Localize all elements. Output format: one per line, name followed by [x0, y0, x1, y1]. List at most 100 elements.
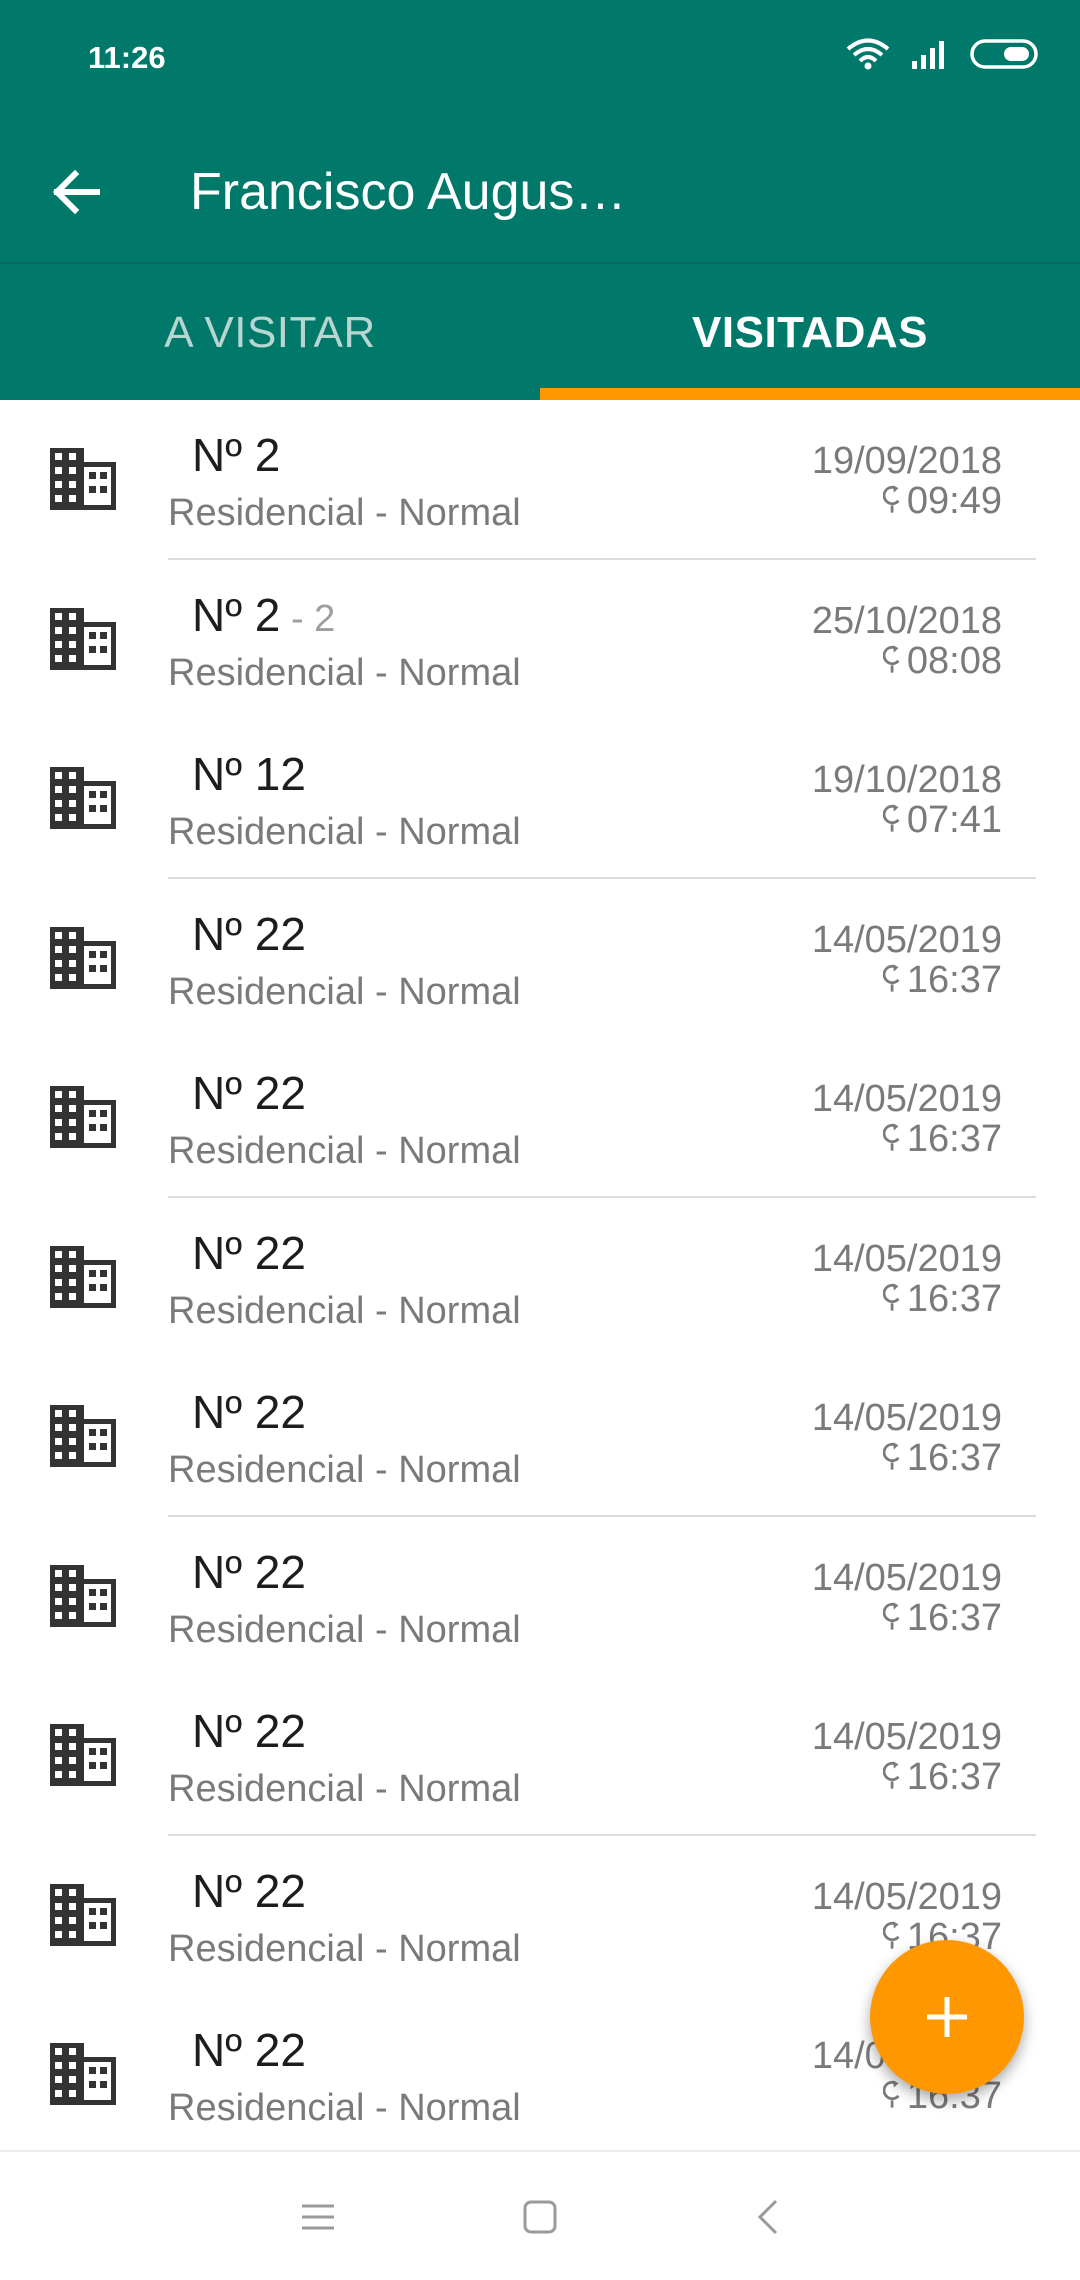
building-icon	[50, 2043, 116, 2105]
item-number: Nº 2	[192, 429, 281, 481]
list-item[interactable]: Nº 2 Residencial - Normal 19/09/2018 09:49	[0, 400, 1080, 560]
item-number-line: Nº 2 - 2	[192, 588, 335, 642]
building-icon	[50, 1564, 116, 1627]
item-time-line: 09:49	[882, 480, 1002, 523]
item-type: Residencial - Normal	[168, 1289, 521, 1332]
menu-button[interactable]	[278, 2182, 358, 2252]
list-item[interactable]: Nº 22 Residencial - Normal 14/05/201916:37	[0, 879, 1080, 1039]
item-number-line: Nº 22	[192, 1864, 306, 1918]
item-number: Nº 22	[192, 1386, 306, 1438]
add-button[interactable]	[870, 1940, 1024, 2094]
back-chevron-icon	[757, 2199, 778, 2235]
item-time: 08:08	[906, 639, 1002, 682]
item-number-suffix: - 2	[280, 597, 336, 640]
item-number-line: Nº 22	[192, 1545, 306, 1599]
tab-a-visitar[interactable]: A VISITAR	[0, 264, 540, 402]
sync-icon	[882, 1118, 903, 1161]
list-item[interactable]: Nº 22 Residencial - Normal 14/05/201916:37	[0, 1517, 1080, 1677]
item-type: Residencial - Normal	[168, 970, 521, 1013]
building-icon	[50, 926, 116, 989]
item-date: 19/09/2018	[811, 440, 1002, 482]
item-date: 25/10/2018	[811, 599, 1002, 642]
item-number: Nº 22	[192, 1226, 306, 1279]
item-time: 16:37	[906, 1277, 1002, 1320]
item-time: 16:37	[906, 1437, 1002, 1479]
item-time-line: 16:37	[882, 958, 1002, 1002]
item-time: 07:41	[906, 799, 1002, 841]
item-date: 14/05/2019	[811, 1556, 1002, 1599]
item-type: Residencial - Normal	[168, 1608, 521, 1651]
item-date: 14/05/2019	[811, 1237, 1002, 1280]
item-number-line: Nº 22	[192, 1066, 306, 1120]
building-icon	[50, 1724, 116, 1786]
item-time-line: 16:37	[882, 1437, 1002, 1480]
building-icon	[50, 1883, 116, 1946]
sync-icon	[882, 1437, 903, 1480]
home-button[interactable]	[500, 2182, 580, 2252]
item-type: Residencial - Normal	[168, 492, 521, 534]
item-number: Nº 22	[192, 1545, 306, 1598]
item-time-line: 16:37	[882, 1118, 1002, 1161]
tab-indicator	[540, 388, 1080, 400]
sync-icon	[882, 799, 903, 842]
item-type: Residencial - Normal	[168, 1130, 521, 1172]
building-icon	[50, 767, 116, 829]
system-back-button[interactable]	[728, 2182, 808, 2252]
item-date: 14/05/2019	[811, 1397, 1002, 1439]
item-time: 16:37	[906, 1756, 1002, 1798]
list-item[interactable]: Nº 22 Residencial - Normal 14/05/201916:37	[0, 1357, 1080, 1517]
list-item[interactable]: Nº 22 Residencial - Normal 14/05/201916:37	[0, 1676, 1080, 1836]
back-button[interactable]	[36, 152, 116, 232]
list-item[interactable]: Nº 12 Residencial - Normal 19/10/2018 07:41	[0, 719, 1080, 879]
item-date: 14/05/2019	[811, 1078, 1002, 1120]
sync-icon	[882, 2075, 903, 2118]
system-nav-bar	[0, 2150, 1080, 2280]
building-icon	[50, 1245, 116, 1308]
item-number: Nº 22	[192, 907, 306, 960]
item-type: Residencial - Normal	[168, 1449, 521, 1491]
arrow-left-icon	[52, 170, 100, 214]
battery-icon	[970, 39, 1038, 69]
list-item[interactable]: Nº 22 Residencial - Normal 14/05/201916:37	[0, 1038, 1080, 1198]
building-icon	[50, 1405, 116, 1467]
item-number-line: Nº 22	[192, 1385, 306, 1439]
item-type: Residencial - Normal	[168, 2087, 521, 2129]
item-number-line: Nº 2	[192, 428, 280, 482]
item-time: 16:37	[906, 1596, 1002, 1639]
list-item[interactable]: Nº 22 Residencial - Normal 14/05/201916:37	[0, 1198, 1080, 1358]
sync-icon	[882, 1756, 903, 1799]
list-item[interactable]: Nº 2 - 2 Residencial - Normal 25/10/2018 08…	[0, 560, 1080, 720]
sync-icon	[882, 640, 903, 683]
item-date: 14/05/2019	[811, 1875, 1002, 1918]
item-time: 09:49	[906, 480, 1002, 522]
item-type: Residencial - Normal	[168, 1768, 521, 1810]
status-time: 11:26	[88, 40, 166, 75]
menu-icon	[302, 2204, 334, 2230]
item-date: 14/05/2019	[811, 1716, 1002, 1758]
building-icon	[50, 448, 116, 510]
status-bar: 11:26	[0, 0, 1080, 118]
app-bar: 11:26 Francisco Augus… A VISITAR VISITAD…	[0, 0, 1080, 400]
item-number: Nº 22	[192, 1864, 306, 1917]
wifi-icon	[846, 38, 890, 70]
sync-icon	[882, 1597, 903, 1640]
sync-icon	[882, 1916, 903, 1959]
item-date: 14/05/2019	[811, 918, 1002, 961]
item-time: 16:37	[906, 1118, 1002, 1160]
tab-visitadas[interactable]: VISITADAS	[540, 264, 1080, 402]
item-time: 16:37	[906, 958, 1002, 1001]
item-time-line: 08:08	[882, 639, 1002, 683]
building-icon	[50, 1086, 116, 1148]
item-number-line: Nº 22	[192, 2023, 306, 2077]
visited-list: Nº 2 Residencial - Normal 19/09/2018 09:49 N…	[0, 400, 1080, 2150]
item-time-line: 16:37	[882, 1596, 1002, 1640]
item-date: 19/10/2018	[811, 759, 1002, 801]
item-time-line: 16:37	[882, 1756, 1002, 1799]
item-type: Residencial - Normal	[168, 1927, 521, 1970]
item-number: Nº 22	[192, 1705, 306, 1757]
item-time-line: 16:37	[882, 1277, 1002, 1321]
item-number-line: Nº 22	[192, 907, 306, 961]
item-number-line: Nº 22	[192, 1226, 306, 1280]
item-number: Nº 12	[192, 748, 306, 800]
building-icon	[50, 607, 116, 670]
